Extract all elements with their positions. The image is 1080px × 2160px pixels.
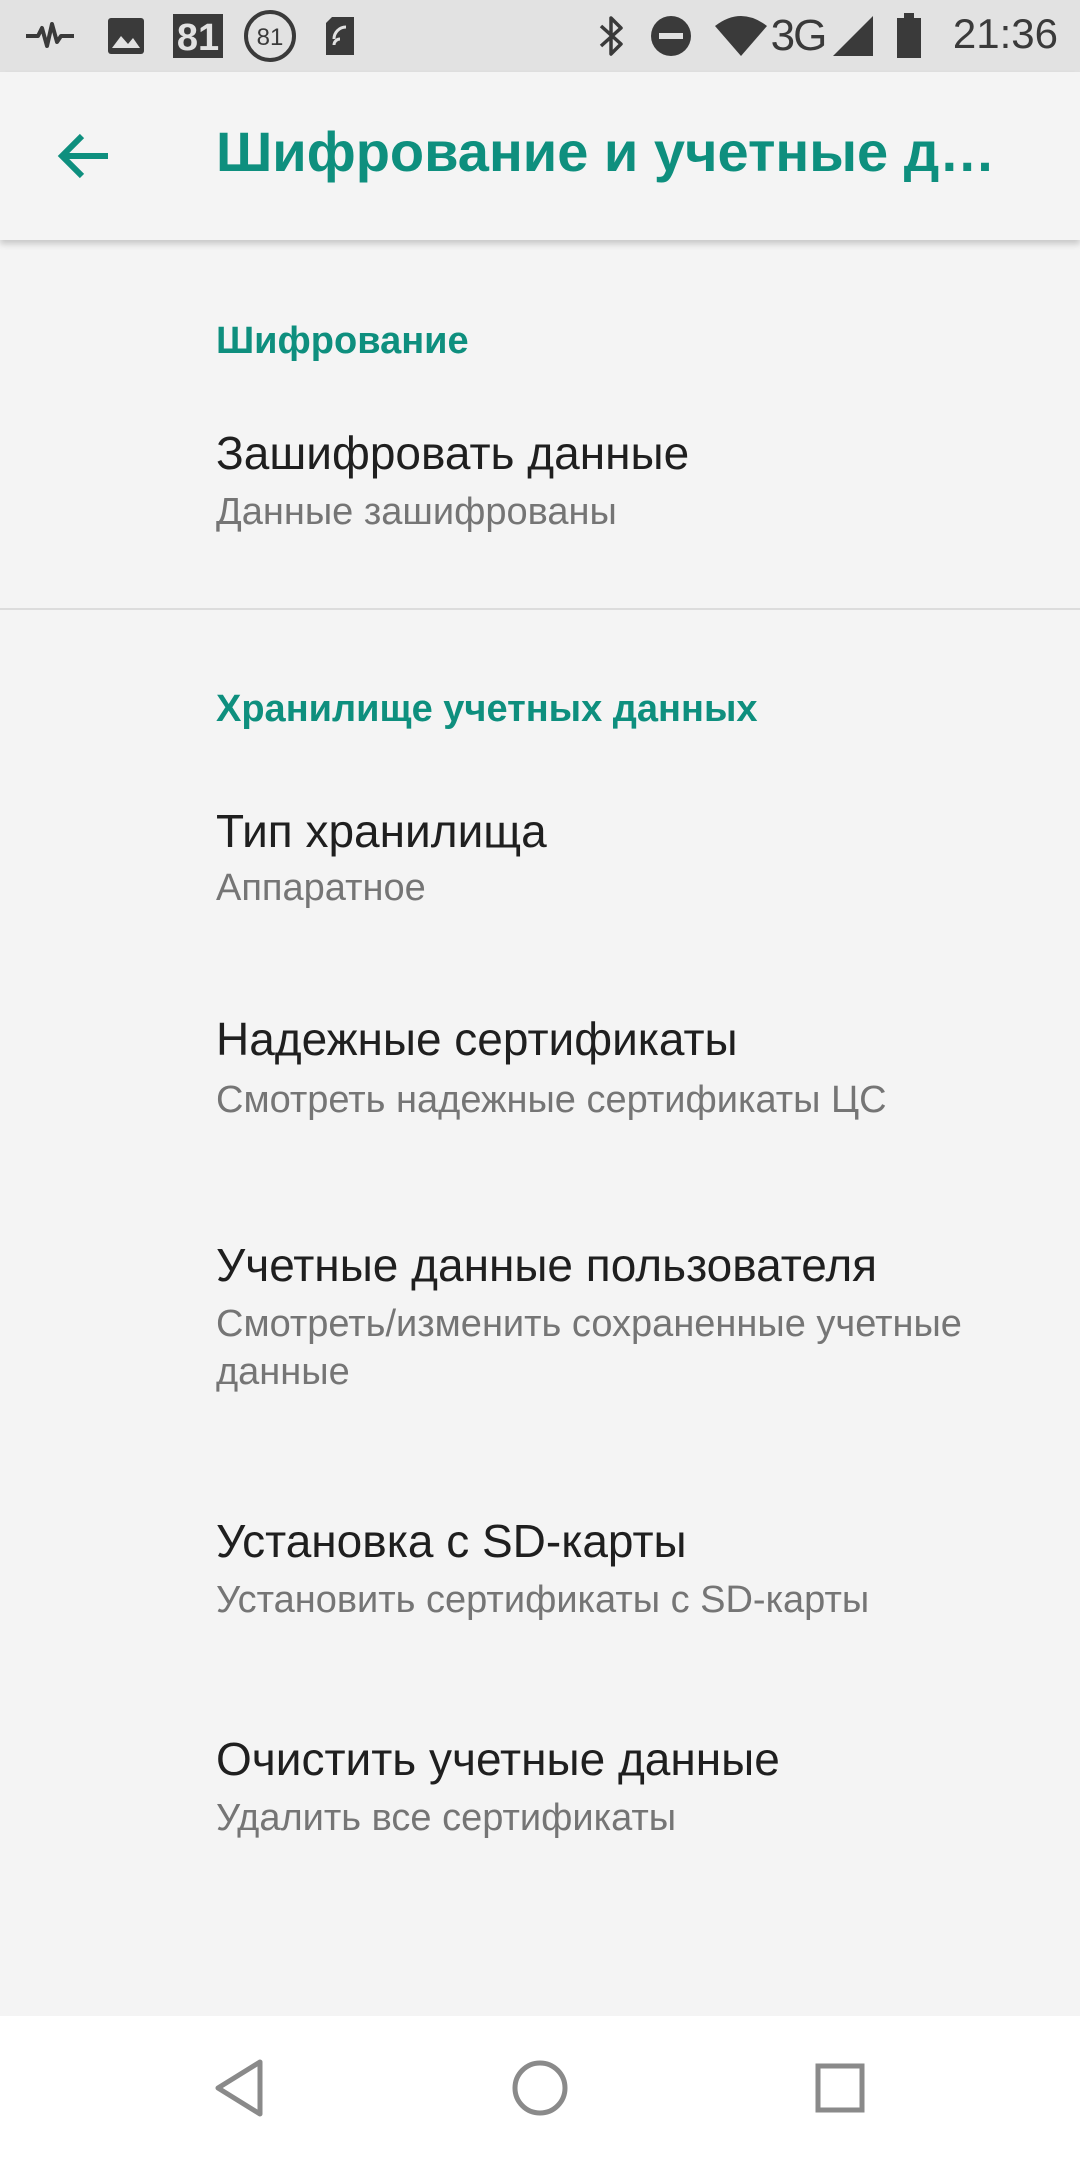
pref-encrypt-data[interactable]: Зашифровать данные Данные зашифрованы bbox=[0, 400, 1080, 560]
pref-title: Зашифровать данные bbox=[216, 427, 690, 479]
pref-trusted-certificates[interactable]: Надежные сертификаты Смотреть надежные с… bbox=[0, 990, 1080, 1170]
badge-81-text: 81 bbox=[177, 17, 219, 59]
pref-title: Надежные сертификаты bbox=[216, 1013, 738, 1065]
home-circle-icon bbox=[512, 2060, 568, 2116]
network-type-label: 3G bbox=[770, 11, 828, 60]
pref-title: Тип хранилища bbox=[216, 805, 547, 857]
pref-summary: Аппаратное bbox=[216, 867, 426, 909]
pref-install-from-sd[interactable]: Установка с SD-карты Установить сертифик… bbox=[0, 1490, 1080, 1670]
nfc-card-icon bbox=[322, 14, 358, 58]
nav-back-button[interactable] bbox=[200, 2048, 280, 2128]
pref-title: Очистить учетные данные bbox=[216, 1733, 780, 1785]
pref-summary: Данные зашифрованы bbox=[216, 491, 617, 533]
section-header-credential-storage: Хранилище учетных данных bbox=[216, 688, 758, 730]
status-bar: 81 81 3G 21:36 bbox=[0, 0, 1080, 72]
recents-square-icon bbox=[815, 2063, 865, 2113]
back-triangle-icon bbox=[215, 2059, 263, 2117]
app-toolbar: Шифрование и учетные данные bbox=[0, 72, 1080, 240]
section-divider bbox=[0, 608, 1080, 610]
pref-summary: Удалить все сертификаты bbox=[216, 1797, 677, 1839]
pref-summary: Смотреть/изменить сохраненные учетные да… bbox=[216, 1303, 962, 1393]
do-not-disturb-icon bbox=[648, 14, 694, 58]
pref-summary: Смотреть надежные сертификаты ЦС bbox=[216, 1079, 887, 1121]
pref-user-credentials[interactable]: Учетные данные пользователя Смотреть/изм… bbox=[0, 1210, 1080, 1440]
section-header-encryption: Шифрование bbox=[216, 320, 469, 362]
image-icon bbox=[104, 14, 148, 58]
status-time: 21:36 bbox=[952, 10, 1058, 57]
pref-storage-type[interactable]: Тип хранилища Аппаратное bbox=[0, 780, 1080, 960]
nav-recents-button[interactable] bbox=[800, 2048, 880, 2128]
arrow-back-icon bbox=[57, 133, 108, 179]
navigation-bar bbox=[0, 2016, 1080, 2160]
circle-81-text: 81 bbox=[257, 24, 284, 51]
bluetooth-icon bbox=[592, 14, 630, 58]
back-button[interactable] bbox=[40, 112, 128, 200]
pref-title: Учетные данные пользователя bbox=[216, 1239, 878, 1291]
pref-summary: Установить сертификаты с SD-карты bbox=[216, 1579, 870, 1621]
page-title: Шифрование и учетные данные bbox=[216, 120, 996, 183]
pulse-icon bbox=[22, 14, 78, 58]
pref-title: Установка с SD-карты bbox=[216, 1515, 687, 1567]
pref-clear-credentials[interactable]: Очистить учетные данные Удалить все серт… bbox=[0, 1710, 1080, 1890]
nav-home-button[interactable] bbox=[500, 2048, 580, 2128]
signal-icon bbox=[830, 14, 876, 58]
badge-81-icon: 81 bbox=[170, 14, 226, 59]
battery-icon bbox=[894, 13, 924, 58]
circle-81-icon: 81 bbox=[242, 10, 298, 62]
wifi-icon bbox=[712, 14, 770, 58]
